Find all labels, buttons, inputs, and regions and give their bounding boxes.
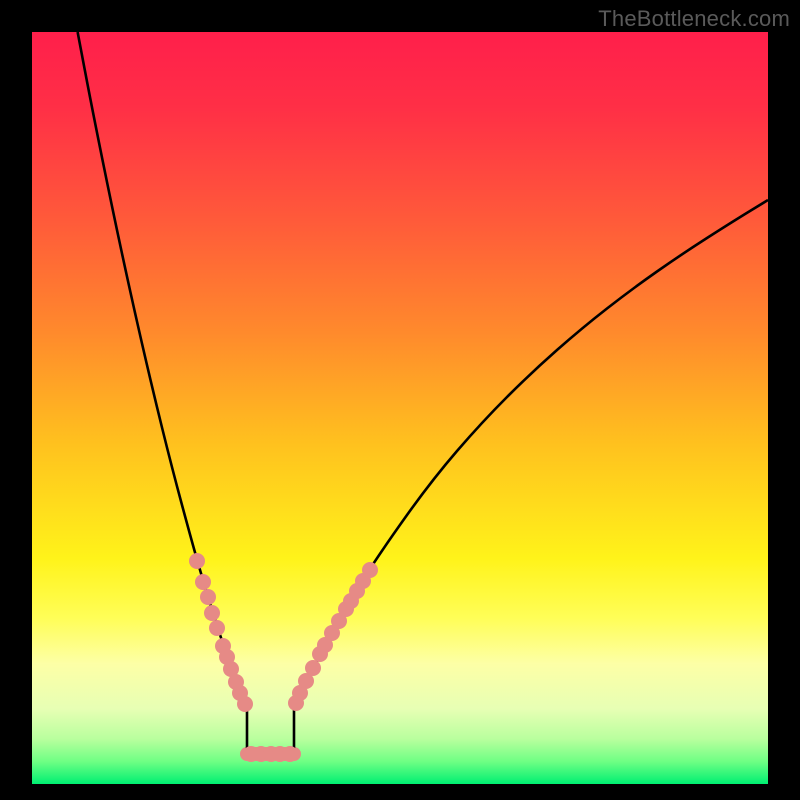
data-dot [204,605,220,621]
data-dot [282,746,298,762]
watermark-text: TheBottleneck.com [598,6,790,32]
curve-layer [32,32,768,784]
data-dot [362,562,378,578]
data-dots [189,553,378,762]
plot-area [32,32,768,784]
data-dot [209,620,225,636]
curve-left-branch [78,32,247,707]
data-dot [195,574,211,590]
data-dot [237,696,253,712]
data-dot [305,660,321,676]
data-dot [189,553,205,569]
outer-frame: TheBottleneck.com [0,0,800,800]
data-dot [200,589,216,605]
curve-right-branch [294,200,768,707]
